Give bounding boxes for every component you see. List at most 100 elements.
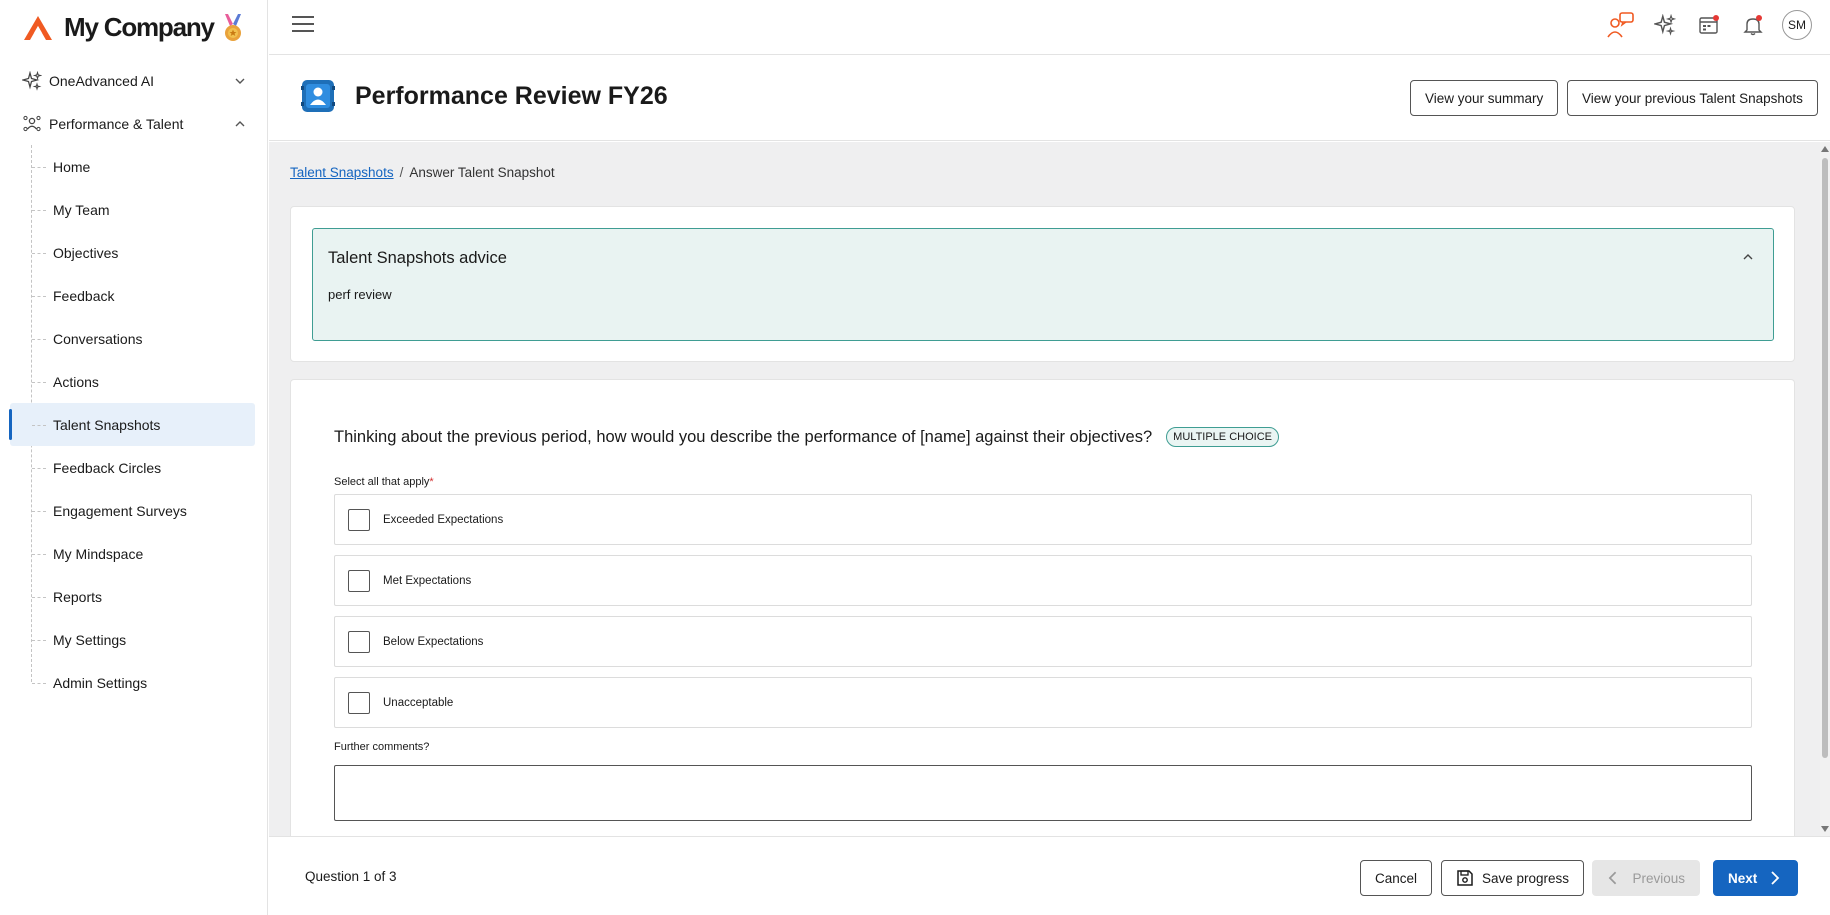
advice-body: perf review <box>328 287 392 302</box>
nav-group-performance-talent[interactable]: Performance & Talent <box>0 102 267 145</box>
page-header: Performance Review FY26 View your summar… <box>269 56 1830 141</box>
main-content: Talent Snapshots / Answer Talent Snapshot … <box>269 142 1824 836</box>
option-unacceptable[interactable]: Unacceptable <box>334 677 1752 728</box>
option-label: Met Expectations <box>383 574 472 587</box>
sidebar-item-talent-snapshots[interactable]: Talent Snapshots <box>9 403 255 446</box>
breadcrumb-link-talent-snapshots[interactable]: Talent Snapshots <box>290 165 394 180</box>
talent-snapshot-icon <box>301 80 335 112</box>
cancel-label: Cancel <box>1375 870 1418 886</box>
checkbox[interactable] <box>348 691 370 714</box>
sidebar-item-label: Actions <box>53 373 99 390</box>
option-label: Exceeded Expectations <box>383 513 504 526</box>
chat-bubbles-icon[interactable] <box>1606 10 1636 40</box>
sidebar-item-label: Feedback Circles <box>53 459 162 476</box>
sidebar-item-label: My Mindspace <box>53 545 144 562</box>
calendar-icon[interactable] <box>1694 10 1724 40</box>
sidebar-item-label: Reports <box>53 588 103 605</box>
option-exceeded-expectations[interactable]: Exceeded Expectations <box>334 494 1752 545</box>
sidebar-item-engagement-surveys[interactable]: Engagement Surveys <box>10 489 255 532</box>
advice-title: Talent Snapshots advice <box>328 249 507 267</box>
sidebar-item-feedback-circles[interactable]: Feedback Circles <box>10 446 255 489</box>
avatar[interactable]: SM <box>1782 10 1812 40</box>
option-label: Unacceptable <box>383 696 454 709</box>
view-previous-snapshots-button[interactable]: View your previous Talent Snapshots <box>1567 80 1818 116</box>
sidebar-item-objectives[interactable]: Objectives <box>10 231 255 274</box>
sparkles-icon[interactable] <box>1650 10 1680 40</box>
option-label: Below Expectations <box>383 635 484 648</box>
company-logo-icon <box>24 15 52 40</box>
brand[interactable]: My Company <box>0 0 267 55</box>
chevron-up-icon[interactable] <box>1741 250 1755 264</box>
sidebar-item-my-settings[interactable]: My Settings <box>10 618 255 661</box>
question: Thinking about the previous period, how … <box>334 427 1279 447</box>
sidebar-item-label: My Team <box>53 201 110 218</box>
sidebar-item-label: Admin Settings <box>53 674 148 691</box>
advice-panel: Talent Snapshots advice perf review <box>312 228 1774 341</box>
sidebar-item-label: Objectives <box>53 244 119 261</box>
sidebar-item-actions[interactable]: Actions <box>10 360 255 403</box>
sidebar-item-conversations[interactable]: Conversations <box>10 317 255 360</box>
save-progress-button[interactable]: Save progress <box>1441 860 1585 896</box>
people-network-icon <box>21 113 43 135</box>
sidebar-item-label: Talent Snapshots <box>53 416 161 433</box>
sidebar: My Company OneAdvanced AI Performance & … <box>0 0 268 915</box>
chevron-down-icon <box>235 78 245 84</box>
page-title: Performance Review FY26 <box>355 82 668 110</box>
scrollbar-thumb[interactable] <box>1822 158 1828 758</box>
previous-label: Previous <box>1632 870 1685 886</box>
question-progress: Question 1 of 3 <box>305 869 397 884</box>
breadcrumb-separator: / <box>399 165 404 180</box>
checkbox[interactable] <box>348 569 370 592</box>
brand-name: My Company <box>64 12 215 42</box>
checkbox[interactable] <box>348 508 370 531</box>
save-icon <box>1457 870 1473 886</box>
nav-group-label: Performance & Talent <box>49 115 184 132</box>
sidebar-item-label: Feedback <box>53 287 115 304</box>
question-card: Thinking about the previous period, how … <box>290 379 1795 836</box>
view-summary-button[interactable]: View your summary <box>1410 80 1559 116</box>
sidebar-item-reports[interactable]: Reports <box>10 575 255 618</box>
next-label: Next <box>1728 870 1758 886</box>
scroll-up-arrow-icon[interactable] <box>1821 146 1829 152</box>
nav-list: Home My Team Objectives Feedback Convers… <box>0 145 267 704</box>
sidebar-item-feedback[interactable]: Feedback <box>10 274 255 317</box>
previous-button[interactable]: Previous <box>1592 860 1700 896</box>
sidebar-item-label: Conversations <box>53 330 143 347</box>
menu-icon[interactable] <box>292 16 314 34</box>
sidebar-item-admin-settings[interactable]: Admin Settings <box>10 661 255 704</box>
comments-field[interactable] <box>334 765 1752 821</box>
sidebar-item-label: My Settings <box>53 631 127 648</box>
next-button[interactable]: Next <box>1713 860 1798 896</box>
chevron-right-icon <box>1771 871 1780 885</box>
footer: Question 1 of 3 Cancel Save progress Pre… <box>269 836 1830 915</box>
scrollbar[interactable] <box>1820 142 1830 836</box>
medal-icon <box>224 13 241 41</box>
sidebar-item-my-team[interactable]: My Team <box>10 188 255 231</box>
nav-group-oneadvanced-ai[interactable]: OneAdvanced AI <box>0 59 267 102</box>
topbar: SM <box>269 0 1830 55</box>
sidebar-item-home[interactable]: Home <box>10 145 255 188</box>
question-hint: Select all that apply* <box>334 476 434 488</box>
chevron-up-icon <box>235 120 245 126</box>
nav-group-label: OneAdvanced AI <box>49 72 155 89</box>
advice-card: Talent Snapshots advice perf review <box>290 206 1795 362</box>
bell-icon[interactable] <box>1738 10 1768 40</box>
sidebar-item-label: Home <box>53 158 91 175</box>
question-type-badge: MULTIPLE CHOICE <box>1166 427 1279 447</box>
required-marker: * <box>429 476 434 488</box>
checkbox[interactable] <box>348 630 370 653</box>
sidebar-item-my-mindspace[interactable]: My Mindspace <box>10 532 255 575</box>
cancel-button[interactable]: Cancel <box>1360 860 1433 896</box>
sparkles-icon <box>21 70 43 92</box>
option-below-expectations[interactable]: Below Expectations <box>334 616 1752 667</box>
save-label: Save progress <box>1482 870 1570 886</box>
option-met-expectations[interactable]: Met Expectations <box>334 555 1752 606</box>
comments-label: Further comments? <box>334 741 430 753</box>
breadcrumb-current: Answer Talent Snapshot <box>409 165 555 180</box>
chevron-left-icon <box>1608 871 1617 885</box>
sidebar-item-label: Engagement Surveys <box>53 502 187 519</box>
hint-text: Select all that apply <box>334 476 430 488</box>
topbar-actions: SM <box>1606 10 1812 40</box>
scroll-down-arrow-icon[interactable] <box>1821 826 1829 832</box>
breadcrumb: Talent Snapshots / Answer Talent Snapshot <box>290 165 555 180</box>
